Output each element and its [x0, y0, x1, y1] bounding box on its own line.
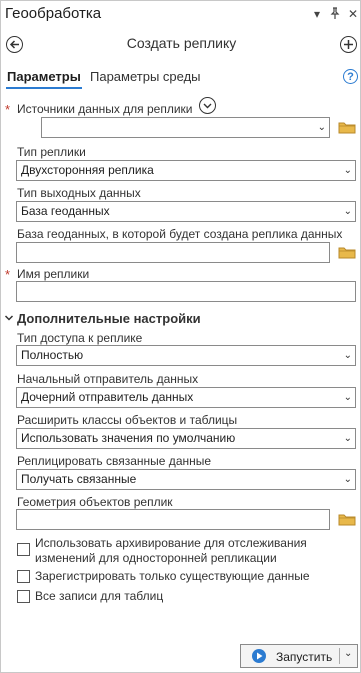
sources-label: Источники данных для реплики [17, 102, 193, 116]
sender-select[interactable]: Дочерний отправитель данных ⌄ [16, 387, 356, 408]
access-type-label: Тип доступа к реплике [17, 331, 143, 345]
expand-select[interactable]: Использовать значения по умолчанию ⌄ [16, 428, 356, 449]
archiving-checkbox[interactable] [17, 543, 30, 556]
required-marker: * [5, 102, 11, 117]
chevron-down-icon: ⌄ [343, 206, 352, 217]
replica-type-select[interactable]: Двухсторонняя реплика ⌄ [16, 160, 356, 181]
plus-circle-icon[interactable] [340, 36, 357, 53]
play-icon [252, 649, 266, 663]
replica-name-label: Имя реплики [17, 267, 90, 281]
register-existing-label: Зарегистрировать только существующие дан… [35, 569, 310, 583]
chevron-down-icon[interactable] [4, 312, 14, 326]
folder-icon[interactable] [338, 513, 356, 529]
chevron-down-icon[interactable]: ⌄ [344, 648, 352, 659]
geometry-label: Геометрия объектов реплик [17, 495, 173, 509]
sources-select[interactable]: ⌄ [41, 117, 330, 138]
help-icon[interactable]: ? [343, 69, 358, 84]
folder-icon[interactable] [338, 246, 356, 262]
geodatabase-label: База геоданных, в которой будет создана … [17, 227, 343, 241]
chevron-down-icon: ⌄ [343, 350, 352, 361]
geoprocessing-pane: Геообработка ▾ ✕ Создать реплику Парамет… [0, 0, 361, 673]
pin-icon[interactable] [328, 7, 342, 22]
geometry-input[interactable] [16, 509, 330, 530]
chevron-down-icon: ⌄ [343, 433, 352, 444]
pane-title: Геообработка [5, 5, 102, 22]
run-label: Запустить [276, 650, 333, 664]
required-marker: * [5, 267, 11, 282]
output-type-label: Тип выходных данных [17, 186, 141, 200]
sender-label: Начальный отправитель данных [17, 372, 199, 386]
chevron-down-icon: ⌄ [343, 392, 352, 403]
tool-title: Создать реплику [126, 35, 237, 51]
active-tab-indicator [6, 87, 82, 89]
chevron-down-icon: ⌄ [343, 165, 352, 176]
run-button[interactable]: Запустить ⌄ [240, 644, 358, 668]
access-type-select[interactable]: Полностью ⌄ [16, 345, 356, 366]
geodatabase-input[interactable] [16, 242, 330, 263]
archiving-label: Использовать архивирование для отслежива… [35, 536, 307, 565]
all-records-checkbox[interactable] [17, 590, 30, 603]
related-select[interactable]: Получать связанные ⌄ [16, 469, 356, 490]
output-type-select[interactable]: База геоданных ⌄ [16, 201, 356, 222]
replica-name-input[interactable] [16, 281, 356, 302]
chevron-down-circle-icon[interactable] [199, 97, 216, 114]
replica-type-label: Тип реплики [17, 145, 86, 159]
tab-parameters[interactable]: Параметры [7, 69, 81, 84]
chevron-down-icon: ⌄ [317, 122, 326, 133]
advanced-section-title[interactable]: Дополнительные настройки [17, 311, 201, 326]
pane-menu-icon[interactable]: ▾ [310, 7, 324, 21]
close-icon[interactable]: ✕ [346, 7, 360, 21]
expand-label: Расширить классы объектов и таблицы [17, 413, 238, 427]
folder-icon[interactable] [338, 121, 356, 137]
split-divider [339, 648, 340, 664]
tab-environments[interactable]: Параметры среды [90, 69, 201, 84]
all-records-label: Все записи для таблиц [35, 589, 164, 603]
register-existing-checkbox[interactable] [17, 570, 30, 583]
related-label: Реплицировать связанные данные [17, 454, 212, 468]
chevron-down-icon: ⌄ [343, 474, 352, 485]
